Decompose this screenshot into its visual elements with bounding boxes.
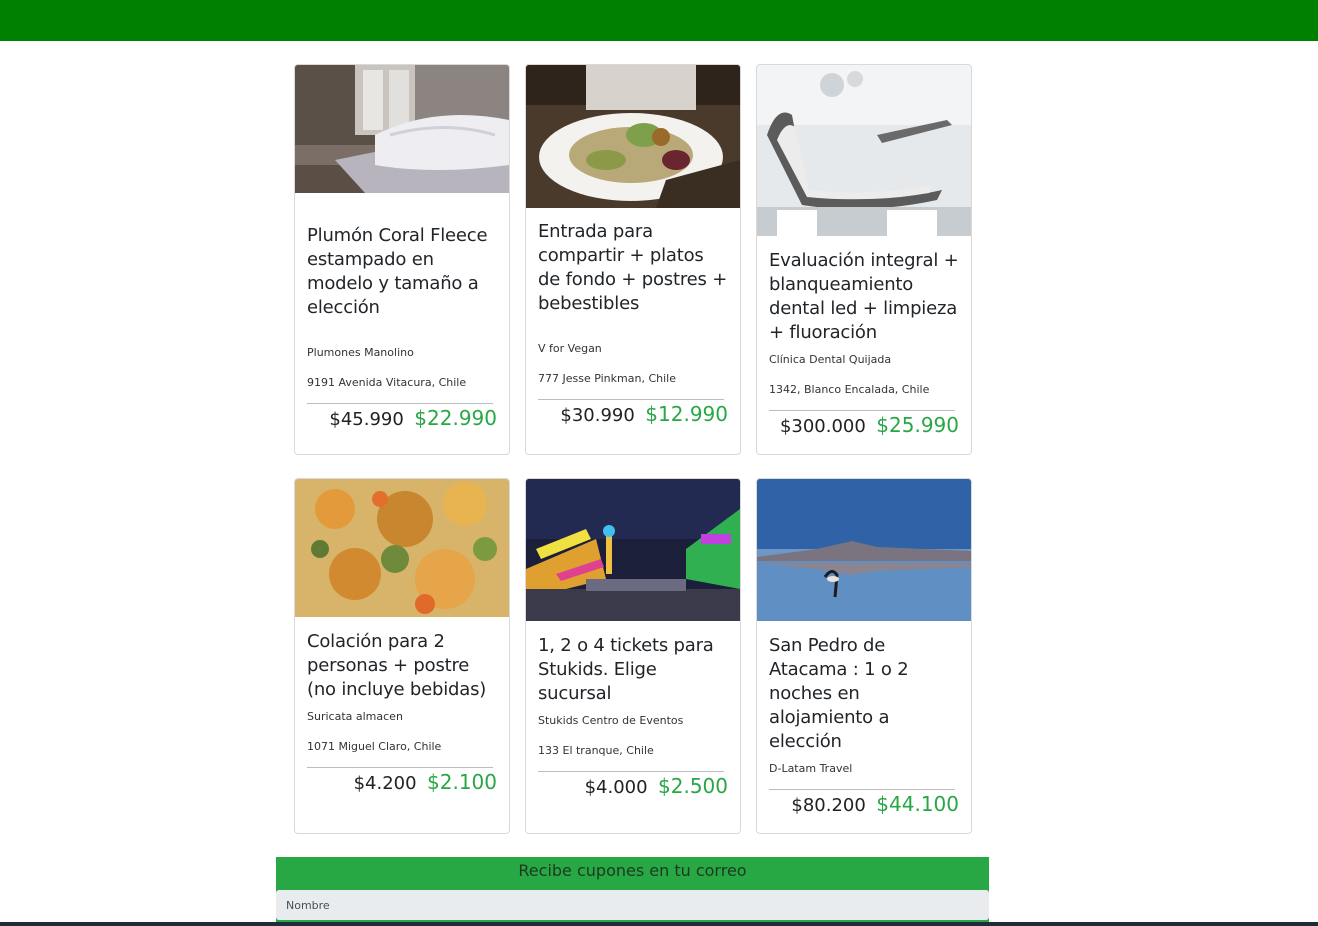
deal-title[interactable]: Evaluación integral + blanqueamiento den… [769,249,959,345]
deal-vendor: Stukids Centro de Eventos [538,714,684,727]
price-divider [538,771,724,772]
deal-card[interactable]: Evaluación integral + blanqueamiento den… [756,64,972,455]
original-price: $80.200 [791,795,866,816]
price-divider [538,399,724,400]
price-divider [769,410,955,411]
price-group: $45.990 $22.990 [329,406,497,430]
deal-card[interactable]: San Pedro de Atacama : 1 o 2 noches en a… [756,478,972,834]
deal-card[interactable]: Plumón Coral Fleece estampado en modelo … [294,64,510,455]
deal-address: 777 Jesse Pinkman, Chile [538,372,676,385]
deal-card[interactable]: 1, 2 o 4 tickets para Stukids. Elige suc… [525,478,741,834]
price-divider [307,403,493,404]
deal-image-fairground[interactable] [526,479,740,621]
original-price: $45.990 [329,409,404,430]
newsletter-title: Recibe cupones en tu correo [518,861,747,880]
deal-image-dental[interactable] [757,65,971,236]
deal-image-stew[interactable] [295,479,509,617]
deal-title[interactable]: Entrada para compartir + platos de fondo… [538,220,728,316]
price-group: $80.200 $44.100 [791,792,959,816]
footer-bar [0,922,1318,926]
deal-image-flamingo[interactable] [757,479,971,621]
deal-address: 133 El tranque, Chile [538,744,654,757]
deal-card[interactable]: Colación para 2 personas + postre (no in… [294,478,510,834]
original-price: $300.000 [779,416,866,437]
deal-address: 1342, Blanco Encalada, Chile [769,383,930,396]
deal-vendor: Clínica Dental Quijada [769,353,892,366]
deal-vendor: Suricata almacen [307,710,403,723]
price-divider [307,767,493,768]
newsletter-signup: Recibe cupones en tu correo [276,857,989,926]
deal-image-bedroom[interactable] [295,65,509,193]
price-group: $30.990 $12.990 [560,402,728,426]
discount-price: $44.100 [876,792,959,816]
original-price: $30.990 [560,405,635,426]
name-input[interactable] [276,890,989,920]
deal-image-salad[interactable] [526,65,740,208]
top-navbar [0,0,1318,41]
deal-vendor: D-Latam Travel [769,762,853,775]
deal-vendor: V for Vegan [538,342,602,355]
original-price: $4.000 [584,777,648,798]
price-group: $4.000 $2.500 [585,774,728,798]
discount-price: $22.990 [414,406,497,430]
price-group: $300.000 $25.990 [780,413,959,437]
deal-title[interactable]: Colación para 2 personas + postre (no in… [307,630,497,702]
deal-address: 9191 Avenida Vitacura, Chile [307,376,467,389]
deal-vendor: Plumones Manolino [307,346,414,359]
original-price: $4.200 [353,773,417,794]
deal-address: 1071 Miguel Claro, Chile [307,740,442,753]
deal-title[interactable]: Plumón Coral Fleece estampado en modelo … [307,224,497,320]
discount-price: $12.990 [645,402,728,426]
deal-title[interactable]: 1, 2 o 4 tickets para Stukids. Elige suc… [538,634,728,706]
price-group: $4.200 $2.100 [354,770,497,794]
price-divider [769,789,955,790]
deal-card[interactable]: Entrada para compartir + platos de fondo… [525,64,741,455]
discount-price: $25.990 [876,413,959,437]
discount-price: $2.500 [658,774,728,798]
deal-title[interactable]: San Pedro de Atacama : 1 o 2 noches en a… [769,634,959,754]
discount-price: $2.100 [427,770,497,794]
